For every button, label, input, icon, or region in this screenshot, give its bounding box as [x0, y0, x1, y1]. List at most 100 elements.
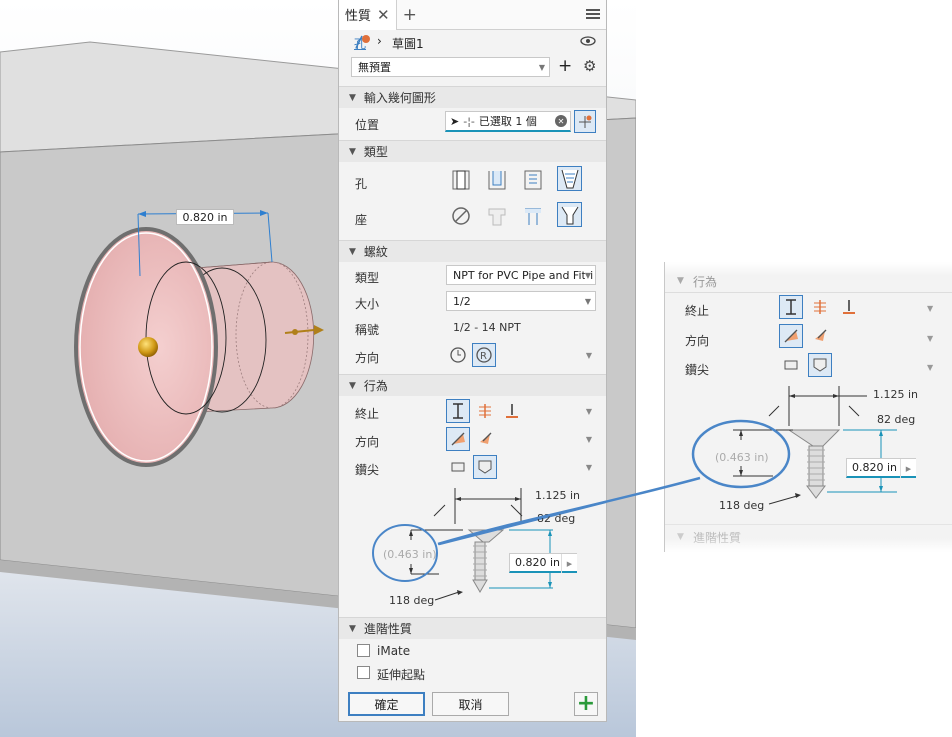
callout-section-title: 行為 — [693, 275, 718, 289]
zoomed-callout: ▼ 行為 終止 ▼ 方向 ▼ 鑽尖 ▼ 1.125 in 82 deg (0.4… — [664, 262, 952, 552]
add-tab-icon[interactable]: + — [403, 5, 417, 25]
position-label: 位置 — [355, 118, 380, 132]
counterbore-icon[interactable] — [484, 203, 509, 228]
termination-label: 終止 — [355, 407, 380, 421]
position-point-icon[interactable] — [138, 337, 158, 357]
callout-dimension-diagram — [691, 386, 897, 505]
hamburger-menu-icon[interactable] — [586, 7, 600, 21]
callout-depth-value: 0.820 in — [852, 461, 898, 474]
collapse-icon: ▼ — [349, 146, 356, 157]
to-termination-icon[interactable] — [500, 399, 524, 423]
flat-drill-point-icon[interactable] — [446, 455, 470, 479]
callout-distance-button — [779, 295, 803, 319]
angle-dimension[interactable]: 82 deg — [537, 512, 575, 525]
taper-tapped-hole-button[interactable] — [557, 166, 582, 191]
callout-through-all-icon — [808, 295, 832, 319]
model-dimension-label[interactable]: 0.820 in — [176, 209, 234, 225]
section-thread[interactable]: ▼ 螺紋 — [339, 240, 606, 262]
section-title: 螺紋 — [363, 245, 388, 259]
imate-checkbox[interactable] — [357, 644, 370, 657]
depth-input[interactable]: 0.820 in ▶ — [509, 553, 577, 573]
thread-type-dropdown[interactable]: NPT for PVC Pipe and Fitti ▼ — [446, 265, 596, 285]
countersink-button[interactable] — [557, 202, 582, 227]
sketch-name[interactable]: 草圖1 — [392, 35, 424, 52]
depth-reference-dimension: (0.463 in) — [383, 548, 437, 561]
section-input-geometry[interactable]: ▼ 輸入幾何圖形 — [339, 86, 606, 108]
callout-depth-input: 0.820 in ▶ — [846, 458, 916, 478]
drill-angle-dimension[interactable]: 118 deg — [389, 594, 434, 607]
position-selector[interactable]: ➤ -¦- 已選取 1 個 ✕ — [445, 111, 571, 132]
thread-type-label: 類型 — [355, 271, 380, 285]
imate-label: iMate — [377, 644, 411, 658]
properties-panel: 性質 ✕ + 孔 › 草圖1 無預置 ▼ + ⚙ ▼ 輸入幾何圖形 位置 ➤ -… — [338, 0, 607, 722]
svg-text:R: R — [480, 351, 487, 362]
designation-label: 稱號 — [355, 323, 380, 337]
clearance-hole-icon[interactable] — [484, 167, 509, 192]
no-seat-icon[interactable] — [448, 203, 473, 228]
simple-hole-icon[interactable] — [448, 167, 473, 192]
chevron-right-icon: › — [377, 34, 382, 48]
size-label: 大小 — [355, 297, 380, 311]
section-type[interactable]: ▼ 類型 — [339, 140, 606, 162]
tab-properties[interactable]: 性質 ✕ — [339, 0, 397, 30]
add-preset-icon[interactable]: + — [558, 56, 572, 76]
spinner-arrow-icon[interactable]: ▶ — [561, 554, 577, 573]
spinner-arrow-icon: ▶ — [900, 459, 916, 478]
size-dropdown[interactable]: 1/2 ▼ — [446, 291, 596, 311]
cancel-button[interactable]: 取消 — [432, 692, 509, 716]
eye-icon[interactable] — [580, 35, 596, 50]
distance-termination-button[interactable] — [446, 399, 470, 423]
section-title: 進階性質 — [363, 622, 412, 636]
diameter-dimension[interactable]: 1.125 in — [535, 489, 580, 502]
callout-depth-reference: (0.463 in) — [715, 451, 769, 464]
section-behavior[interactable]: ▼ 行為 — [339, 374, 606, 396]
apply-plus-button[interactable]: + — [574, 692, 598, 716]
callout-drill-angle: 118 deg — [719, 499, 765, 512]
panel-tab-bar: 性質 ✕ + — [339, 0, 606, 30]
flip-direction-icon[interactable] — [473, 427, 497, 451]
default-direction-button[interactable] — [446, 427, 470, 451]
tapped-hole-icon[interactable] — [520, 167, 545, 192]
chevron-down-icon: ▼ — [538, 62, 545, 72]
preset-value: 無預置 — [358, 61, 391, 74]
left-hand-thread-icon[interactable] — [446, 343, 470, 367]
thread-type-value: NPT for PVC Pipe and Fitti — [453, 268, 594, 282]
plus-icon: + — [576, 691, 596, 716]
expand-arrow-icon[interactable]: ▼ — [586, 463, 592, 472]
callout-flat-icon — [779, 353, 803, 377]
extend-start-label: 延伸起點 — [377, 668, 426, 682]
through-all-icon[interactable] — [473, 399, 497, 423]
section-advanced[interactable]: ▼ 進階性質 — [339, 617, 606, 639]
behavior-direction-label: 方向 — [355, 435, 380, 449]
chevron-down-icon: ▼ — [584, 296, 591, 306]
expand-arrow-icon[interactable]: ▼ — [586, 435, 592, 444]
chevron-down-icon: ▼ — [584, 270, 591, 280]
expand-arrow-icon[interactable]: ▼ — [586, 351, 592, 360]
collapse-icon: ▼ — [349, 92, 356, 103]
callout-angle-dimension: 82 deg — [877, 413, 916, 426]
close-icon[interactable]: ✕ — [377, 6, 390, 24]
point-icon: -¦- — [463, 114, 475, 128]
expand-arrow-icon: ▼ — [927, 363, 934, 372]
ok-button[interactable]: 確定 — [348, 692, 425, 716]
angle-drill-point-button[interactable] — [473, 455, 497, 479]
size-value: 1/2 — [453, 294, 471, 308]
spotface-icon[interactable] — [520, 203, 545, 228]
callout-flip-direction-icon — [808, 324, 832, 348]
callout-angle-button — [808, 353, 832, 377]
right-hand-thread-button[interactable]: R — [472, 343, 496, 367]
collapse-icon: ▼ — [349, 246, 356, 257]
breadcrumb: 孔 › 草圖1 — [339, 32, 606, 54]
feature-name[interactable]: 孔 — [354, 35, 366, 52]
extend-start-checkbox[interactable] — [357, 666, 370, 679]
collapse-icon: ▼ — [349, 380, 356, 391]
clear-selection-icon[interactable]: ✕ — [555, 115, 567, 127]
collapse-icon: ▼ — [677, 276, 684, 286]
callout-direction-label: 方向 — [685, 334, 710, 348]
selection-text: 已選取 1 個 — [478, 115, 537, 128]
expand-arrow-icon[interactable]: ▼ — [586, 407, 592, 416]
preset-dropdown[interactable]: 無預置 ▼ — [351, 57, 550, 77]
section-title: 行為 — [363, 379, 388, 393]
add-point-button[interactable] — [574, 110, 596, 133]
gear-icon[interactable]: ⚙ — [583, 57, 596, 75]
